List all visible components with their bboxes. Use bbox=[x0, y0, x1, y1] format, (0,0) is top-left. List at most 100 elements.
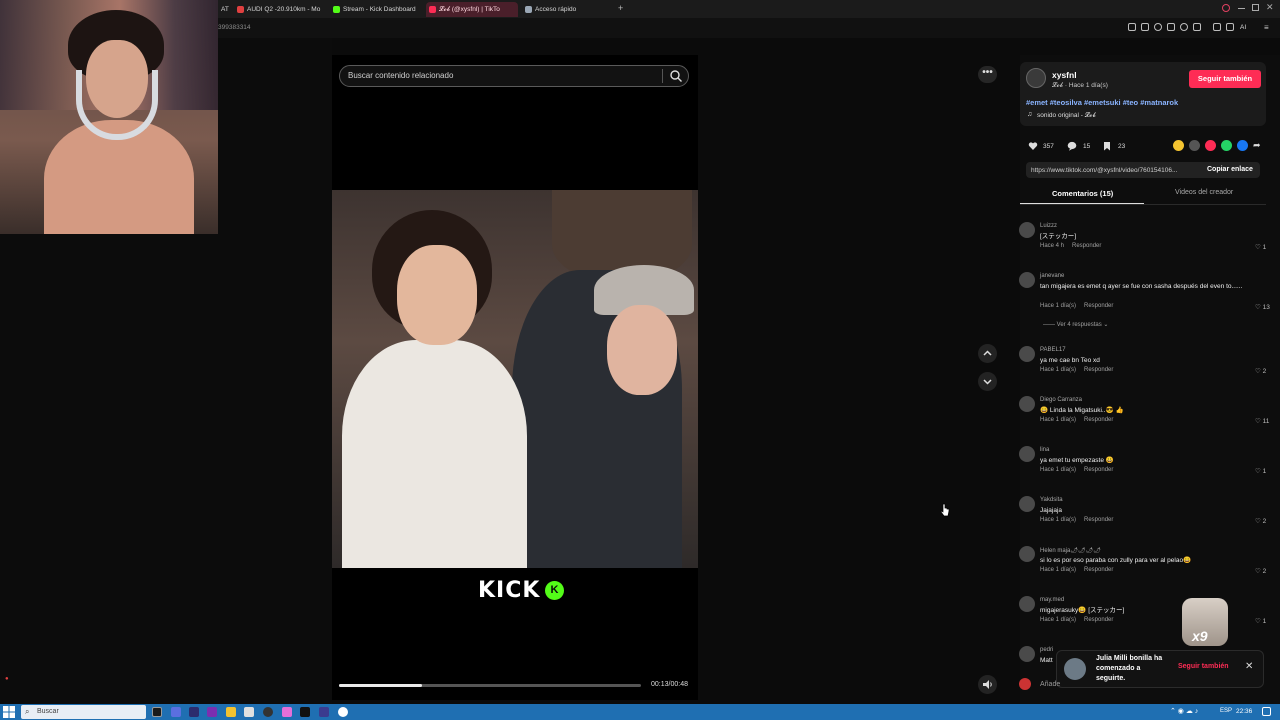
comment-like-button[interactable]: ♡ 1 bbox=[1255, 243, 1266, 251]
comment-like-button[interactable]: ♡ 1 bbox=[1255, 467, 1266, 475]
comment-avatar[interactable] bbox=[1019, 546, 1035, 562]
close-window-icon[interactable]: ✕ bbox=[1266, 2, 1274, 13]
comment-username[interactable]: Helen maja🌶🌶🌶🌶 bbox=[1040, 547, 1101, 554]
bookmark-icon[interactable] bbox=[1102, 141, 1112, 151]
view-replies-button[interactable]: ―― Ver 4 respuestas ⌄ bbox=[1043, 321, 1108, 328]
comment-avatar[interactable] bbox=[1019, 222, 1035, 238]
search-icon[interactable] bbox=[669, 69, 683, 83]
comment-reply-button[interactable]: Responder bbox=[1084, 417, 1113, 423]
comment-avatar[interactable] bbox=[1019, 272, 1035, 288]
comment-username[interactable]: lina bbox=[1040, 447, 1049, 453]
video-link-url[interactable]: https://www.tiktok.com/@xysfnl/video/760… bbox=[1031, 167, 1177, 174]
home-icon[interactable] bbox=[1226, 23, 1234, 31]
comment-username[interactable]: pedri bbox=[1040, 647, 1053, 653]
minimize-icon[interactable] bbox=[1238, 8, 1245, 9]
comment-reply-button[interactable]: Responder bbox=[1084, 367, 1113, 373]
comment-avatar[interactable] bbox=[1019, 596, 1035, 612]
taskbar-clock[interactable]: 22:36 bbox=[1236, 708, 1252, 715]
more-options-button[interactable]: ••• bbox=[978, 66, 997, 83]
share-more-icon[interactable]: ➦ bbox=[1253, 140, 1261, 151]
taskbar-app-icon[interactable] bbox=[319, 707, 329, 717]
author-name[interactable]: xysfnl bbox=[1052, 70, 1077, 80]
maximize-icon[interactable] bbox=[1252, 4, 1259, 11]
comment-like-button[interactable]: ♡ 2 bbox=[1255, 367, 1266, 375]
hashtags[interactable]: #emet #teosilva #emetsuki #teo #matnarok bbox=[1026, 98, 1178, 107]
sound-name[interactable]: sonido original - 𝓛𝓸𝓫 bbox=[1037, 112, 1096, 120]
comment-avatar[interactable] bbox=[1019, 646, 1035, 662]
comment-reply-button[interactable]: Responder bbox=[1072, 243, 1101, 249]
browser-tab-active[interactable]: 𝓛𝓸𝓫 (@xysfnl) | TikTo bbox=[426, 2, 518, 17]
comment-reply-button[interactable]: Responder bbox=[1084, 567, 1113, 573]
comment-username[interactable]: janevane bbox=[1040, 273, 1064, 279]
comment-avatar[interactable] bbox=[1019, 496, 1035, 512]
taskbar-browser-icon[interactable] bbox=[282, 707, 292, 717]
browser-tab[interactable]: AUDI Q2 -20.910km - Mo bbox=[234, 2, 322, 17]
ai-button[interactable]: AI bbox=[1240, 24, 1246, 31]
extension-icon[interactable] bbox=[1141, 23, 1149, 31]
browser-tab[interactable]: Acceso rápido bbox=[522, 2, 602, 17]
share-whatsapp-icon[interactable] bbox=[1221, 140, 1232, 151]
taskbar-app-icon[interactable] bbox=[338, 707, 348, 717]
add-comment-input[interactable]: Añade bbox=[1040, 681, 1060, 688]
comment-username[interactable]: Diego Carranza bbox=[1040, 397, 1082, 403]
video-frame[interactable] bbox=[332, 190, 698, 568]
like-icon[interactable] bbox=[1028, 141, 1038, 151]
next-video-button[interactable] bbox=[978, 372, 997, 391]
taskbar-app-icon[interactable] bbox=[171, 707, 181, 717]
play-icon[interactable] bbox=[1180, 23, 1188, 31]
comment-like-button[interactable]: ♡ 2 bbox=[1255, 517, 1266, 525]
taskbar-app-icon[interactable] bbox=[300, 707, 310, 717]
comment-reply-button[interactable]: Responder bbox=[1084, 303, 1113, 309]
comment-avatar[interactable] bbox=[1019, 396, 1035, 412]
taskbar-app-icon[interactable] bbox=[263, 707, 273, 717]
comment-like-button[interactable]: ♡ 1 bbox=[1255, 617, 1266, 625]
taskbar-app-icon[interactable] bbox=[244, 707, 254, 717]
comment-reply-button[interactable]: Responder bbox=[1084, 467, 1113, 473]
new-tab-button[interactable]: + bbox=[618, 3, 623, 13]
comment-reply-button[interactable]: Responder bbox=[1084, 617, 1113, 623]
comment-username[interactable]: may.med bbox=[1040, 597, 1064, 603]
profile-icon[interactable] bbox=[1222, 4, 1230, 12]
share-emoji-icon[interactable] bbox=[1173, 140, 1184, 151]
notification-follow-button[interactable]: Seguir también bbox=[1178, 663, 1229, 670]
comment-like-button[interactable]: ♡ 11 bbox=[1255, 417, 1269, 425]
notifications-icon[interactable] bbox=[1262, 707, 1271, 716]
comment-username[interactable]: Yakdsita bbox=[1040, 497, 1063, 503]
author-avatar[interactable] bbox=[1026, 68, 1046, 88]
address-text[interactable]: 399383314 bbox=[218, 24, 251, 31]
comment-reply-button[interactable]: Responder bbox=[1084, 517, 1113, 523]
comment-time: Hace 4 h bbox=[1040, 243, 1065, 249]
menu-icon[interactable]: ≡ bbox=[1264, 23, 1269, 32]
comment-icon[interactable] bbox=[1067, 141, 1077, 151]
heart-icon[interactable] bbox=[1193, 23, 1201, 31]
share-facebook-icon[interactable] bbox=[1237, 140, 1248, 151]
comment-username[interactable]: Luizzz bbox=[1040, 223, 1057, 229]
download-icon[interactable] bbox=[1213, 23, 1221, 31]
current-user-avatar bbox=[1019, 678, 1031, 690]
comment-avatar[interactable] bbox=[1019, 446, 1035, 462]
comment-like-button[interactable]: ♡ 2 bbox=[1255, 567, 1266, 575]
tray-icons[interactable]: ⌃ ◉ ☁ ♪ bbox=[1170, 707, 1198, 715]
follow-button[interactable]: Seguir también bbox=[1189, 70, 1261, 88]
taskbar-app-icon[interactable] bbox=[207, 707, 217, 717]
comment-avatar[interactable] bbox=[1019, 346, 1035, 362]
comment-like-button[interactable]: ♡ 13 bbox=[1255, 303, 1270, 311]
taskbar-app-icon[interactable] bbox=[152, 707, 162, 717]
translate-icon[interactable] bbox=[1167, 23, 1175, 31]
taskbar-app-icon[interactable] bbox=[189, 707, 199, 717]
share-send-icon[interactable] bbox=[1205, 140, 1216, 151]
tab-creator-videos[interactable]: Videos del creador bbox=[1175, 189, 1233, 196]
shield-icon[interactable] bbox=[1154, 23, 1162, 31]
windows-start-icon[interactable] bbox=[3, 706, 15, 718]
notification-close-icon[interactable]: ✕ bbox=[1245, 661, 1253, 672]
browser-tab[interactable]: Stream - Kick Dashboard bbox=[330, 2, 422, 17]
copy-link-button[interactable]: Copiar enlace bbox=[1207, 166, 1253, 173]
volume-button[interactable] bbox=[978, 675, 997, 694]
tab-comments[interactable]: Comentarios (15) bbox=[1052, 189, 1113, 198]
previous-video-button[interactable] bbox=[978, 344, 997, 363]
language-indicator[interactable]: ESP bbox=[1220, 708, 1232, 714]
share-embed-icon[interactable] bbox=[1189, 140, 1200, 151]
comment-username[interactable]: PABEL17 bbox=[1040, 347, 1066, 353]
extension-icon[interactable] bbox=[1128, 23, 1136, 31]
taskbar-folder-icon[interactable] bbox=[226, 707, 236, 717]
